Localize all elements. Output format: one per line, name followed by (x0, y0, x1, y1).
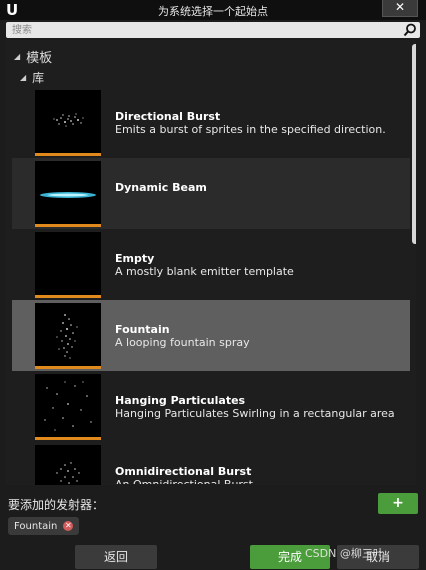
tree-category-label: 模板 (26, 51, 53, 66)
template-item-directional-burst[interactable]: Directional Burst Emits a burst of sprit… (12, 87, 410, 158)
template-item-name: Dynamic Beam (115, 181, 207, 194)
template-item-description: A looping fountain spray (115, 336, 250, 349)
close-button[interactable]: ✕ (382, 0, 418, 17)
thumbnail-accent-bar (35, 153, 101, 156)
template-list: ◢ 模板 ◢ 库 Directional Burst Emits a burst… (6, 40, 416, 485)
window-titlebar: U 为系统选择一个起始点 ✕ (0, 0, 426, 20)
template-item-dynamic-beam[interactable]: Dynamic Beam (12, 158, 410, 229)
template-item-name: Fountain (115, 323, 170, 336)
tree-subcategory-label: 库 (32, 71, 45, 85)
template-item-name: Omnidirectional Burst (115, 465, 252, 478)
omni-burst-preview-icon (56, 462, 80, 484)
template-item-empty[interactable]: Empty A mostly blank emitter template (12, 229, 410, 300)
template-thumbnail (35, 90, 101, 156)
remove-emitter-icon[interactable]: ✕ (63, 521, 74, 531)
thumbnail-accent-bar (35, 224, 101, 227)
tree-subcategory-library[interactable]: ◢ 库 (20, 69, 44, 86)
emitters-to-add-label: 要添加的发射器： (8, 498, 105, 512)
add-emitter-button[interactable]: + (378, 493, 418, 514)
search-input[interactable] (6, 22, 402, 38)
template-thumbnail (35, 161, 101, 227)
thumbnail-accent-bar (35, 295, 101, 298)
collapse-arrow-icon[interactable]: ◢ (20, 73, 26, 82)
collapse-arrow-icon[interactable]: ◢ (14, 52, 20, 61)
back-button[interactable]: 返回 (75, 545, 157, 569)
template-thumbnail (35, 445, 101, 485)
template-thumbnail (35, 374, 101, 440)
template-item-description: A mostly blank emitter template (115, 265, 294, 278)
template-item-name: Directional Burst (115, 110, 221, 123)
window-title: 为系统选择一个起始点 (158, 5, 268, 18)
tree-category-templates[interactable]: ◢ 模板 (14, 47, 52, 66)
search-bar (6, 22, 420, 38)
watermark-text: CSDN @柳三叶 (305, 547, 384, 560)
particulates-preview-icon (44, 381, 92, 431)
template-item-description: Hanging Particulates Swirling in a recta… (115, 407, 395, 420)
fountain-preview-icon (56, 314, 78, 359)
scrollbar-thumb[interactable] (412, 44, 416, 244)
selected-emitter-chip: Fountain ✕ (8, 517, 80, 535)
search-icon[interactable] (403, 23, 417, 37)
template-item-fountain[interactable]: Fountain A looping fountain spray (12, 300, 410, 371)
template-item-name: Hanging Particulates (115, 394, 246, 407)
beam-preview-icon (40, 192, 96, 198)
template-item-hanging-particulates[interactable]: Hanging Particulates Hanging Particulate… (12, 371, 410, 442)
template-thumbnail (35, 303, 101, 369)
template-thumbnail (35, 232, 101, 298)
template-item-name: Empty (115, 252, 155, 265)
thumbnail-accent-bar (35, 366, 101, 369)
template-item-omnidirectional-burst[interactable]: Omnidirectional Burst An Omnidirectional… (12, 442, 410, 485)
thumbnail-accent-bar (35, 437, 101, 440)
burst-preview-icon (53, 113, 84, 127)
template-item-description: An Omnidirectional Burst (115, 478, 253, 484)
template-item-description: Emits a burst of sprites in the specifie… (115, 123, 386, 136)
emitter-chip-label: Fountain (14, 520, 58, 532)
